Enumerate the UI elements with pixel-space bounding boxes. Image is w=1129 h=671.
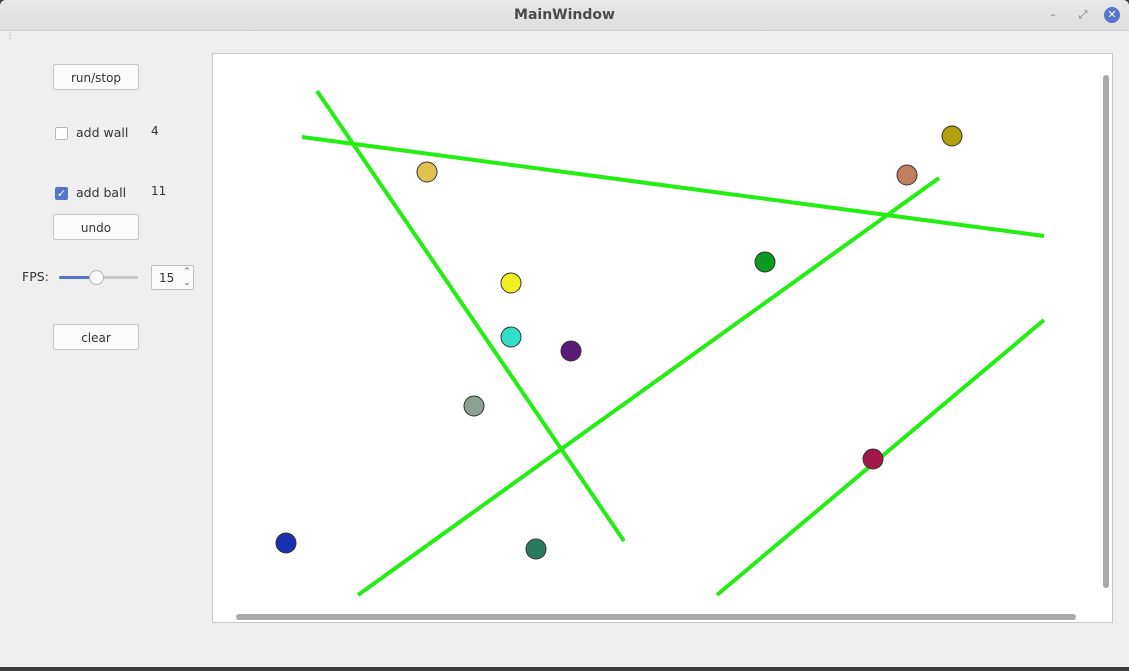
add-ball-checkbox[interactable]: ✓ [55, 187, 68, 200]
add-ball-label[interactable]: add ball [76, 185, 126, 200]
clear-button[interactable]: clear [53, 324, 139, 350]
fps-spinbox-value[interactable]: 15 [159, 271, 174, 285]
ball-1[interactable] [416, 161, 438, 183]
add-wall-label[interactable]: add wall [76, 125, 128, 140]
vertical-scrollbar[interactable] [1103, 75, 1109, 588]
ball-7[interactable] [896, 164, 918, 186]
maximize-icon[interactable]: ⤢ [1075, 7, 1091, 23]
ball-4[interactable] [560, 340, 582, 362]
chevron-down-icon[interactable]: ⌄ [181, 278, 193, 289]
ball-10[interactable] [275, 532, 297, 554]
ball-9[interactable] [862, 448, 884, 470]
ball-3[interactable] [500, 326, 522, 348]
ball-6[interactable] [754, 251, 776, 273]
wall-count: 4 [151, 124, 159, 138]
wall-3[interactable] [356, 176, 941, 597]
horizontal-scrollbar[interactable] [236, 614, 1076, 620]
scene-svg [275, 89, 1046, 597]
window-title: MainWindow [514, 7, 615, 23]
minimize-icon[interactable]: – [1045, 7, 1061, 23]
toolbar-grip-icon[interactable]: ⋮ [6, 31, 14, 40]
main-window: MainWindow – ⤢ ✕ ⋮ run/stop add wall 4 ✓… [0, 0, 1129, 667]
fps-label: FPS: [22, 269, 49, 284]
close-icon[interactable]: ✕ [1104, 7, 1120, 23]
undo-button[interactable]: undo [53, 214, 139, 240]
ball-11[interactable] [525, 538, 547, 560]
ball-2[interactable] [500, 272, 522, 294]
simulation-canvas[interactable] [212, 53, 1113, 623]
run-stop-button[interactable]: run/stop [53, 64, 139, 90]
ball-5[interactable] [463, 395, 485, 417]
wall-2[interactable] [301, 135, 1045, 238]
fps-slider-handle[interactable] [89, 270, 105, 285]
ball-8[interactable] [941, 125, 963, 147]
chevron-up-icon[interactable]: ⌃ [181, 267, 193, 278]
ball-count: 11 [151, 184, 167, 198]
add-wall-checkbox[interactable] [55, 127, 68, 140]
fps-spinbox[interactable]: 15 ⌃ ⌄ [151, 265, 194, 290]
title-bar[interactable]: MainWindow – ⤢ ✕ [0, 0, 1129, 31]
